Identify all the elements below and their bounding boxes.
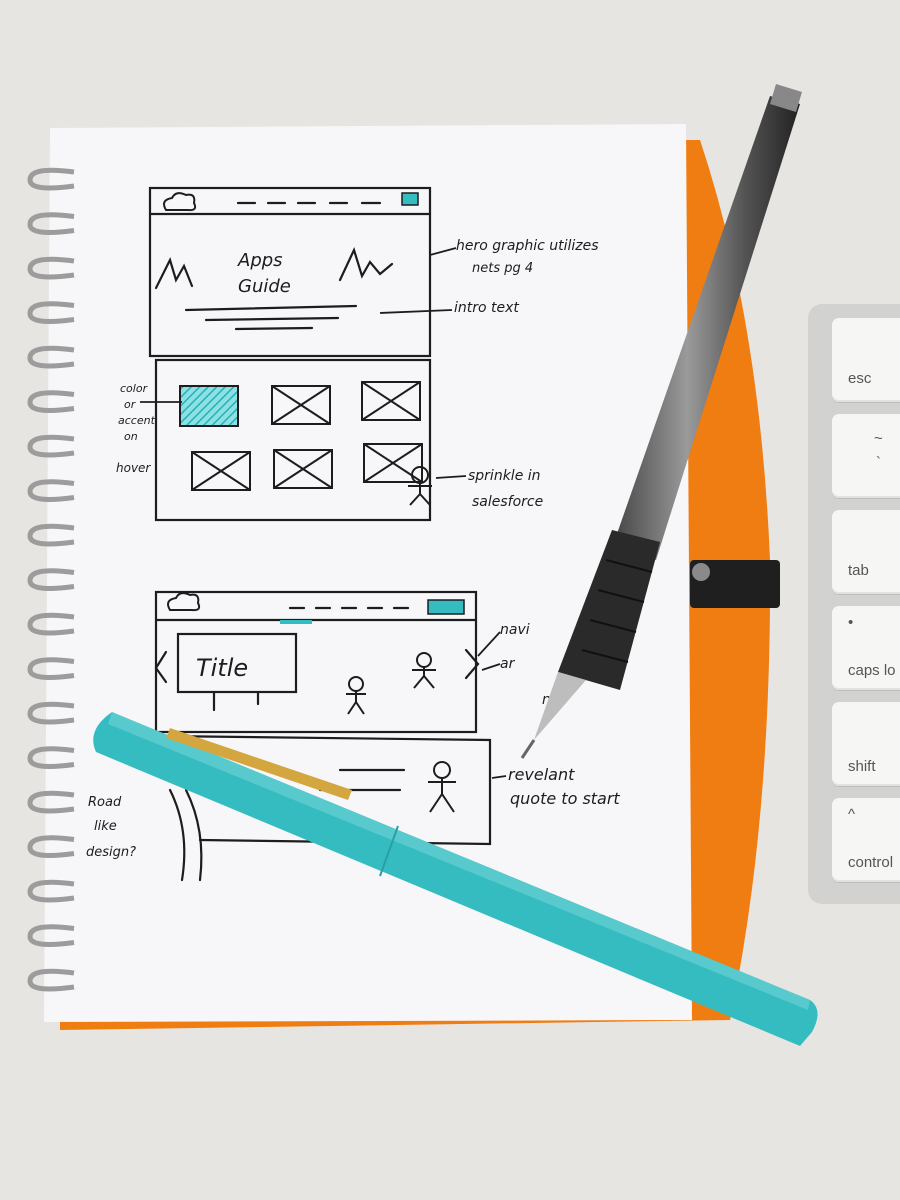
note-hover-5: hover [116, 461, 151, 475]
nav-button-sketch [401, 192, 419, 206]
note-quote-2: quote to start [510, 789, 620, 808]
scene: Apps Guide hero graphic utilizes nets pg… [27, 84, 818, 1046]
hero-title-line-1: Apps [237, 250, 283, 271]
note-road-2: like [94, 819, 117, 834]
elastic-rivet [692, 563, 710, 581]
note-intro-text: intro text [454, 300, 519, 316]
note-quote-1: revelant [508, 765, 575, 784]
note-salesforce-2: salesforce [472, 494, 543, 510]
notebook-page [44, 124, 692, 1022]
note-hover-2: or [124, 398, 137, 411]
note-salesforce-1: sprinkle in [468, 468, 541, 484]
note-hover-1: color [120, 382, 149, 395]
note-hover-4: on [124, 430, 138, 443]
note-hero-graphic-1: hero graphic utilizes [456, 238, 599, 254]
note-navigation-2: ar [500, 656, 516, 672]
hero-title-line-2: Guide [238, 276, 291, 297]
note-hero-graphic-2: nets pg 4 [472, 261, 533, 276]
nav-button-sketch-bottom [427, 599, 465, 615]
note-navigation-1: navi [500, 622, 530, 638]
tile-hover-highlighted [179, 385, 239, 427]
note-hover-3: accent [118, 414, 156, 427]
title-box-label: Title [196, 654, 248, 682]
note-road-1: Road [88, 795, 122, 810]
note-road-3: design? [86, 845, 136, 860]
